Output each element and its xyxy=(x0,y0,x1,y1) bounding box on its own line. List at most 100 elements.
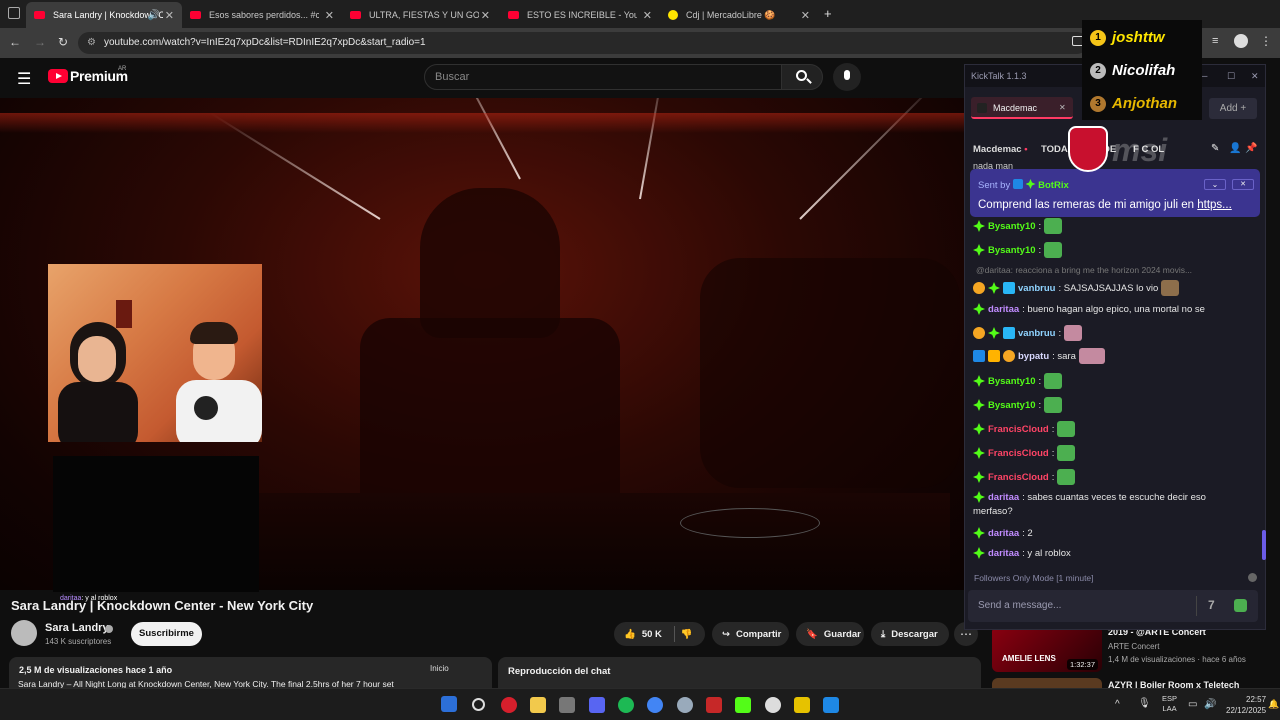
close-icon[interactable]: ✕ xyxy=(325,9,334,22)
thumbs-down-icon[interactable]: 👎 xyxy=(681,629,693,640)
chat-message: daritaa: 2 xyxy=(973,527,1033,539)
spotify-icon[interactable] xyxy=(618,697,634,713)
app-icon[interactable] xyxy=(823,697,839,713)
turntable xyxy=(680,508,820,538)
emote-icon xyxy=(1057,421,1076,437)
thumbs-up-icon[interactable]: 👍 xyxy=(624,629,636,640)
app-icon[interactable] xyxy=(677,697,693,713)
tab-search-icon[interactable] xyxy=(8,7,20,19)
kick-badge-icon xyxy=(988,327,1000,339)
maximize-icon[interactable]: ☐ xyxy=(1227,65,1235,87)
duration-badge: 1:32:37 xyxy=(1066,659,1098,670)
chrome-icon[interactable] xyxy=(647,697,663,713)
volume-icon[interactable]: 🔊 xyxy=(1204,699,1216,710)
language-indicator[interactable]: ESP LAA xyxy=(1162,694,1177,714)
channel-tab-macdemac[interactable]: Macdemac ✕ xyxy=(971,97,1073,119)
kick-badge-icon xyxy=(973,447,985,459)
subscriber-badge-icon xyxy=(1003,282,1015,294)
reload-button[interactable]: ↻ xyxy=(58,35,68,49)
site-info-icon[interactable]: ⚙ xyxy=(87,32,96,54)
app-icon[interactable] xyxy=(794,697,810,713)
rec-channel[interactable]: ARTE Concert xyxy=(1108,642,1159,651)
search-button[interactable] xyxy=(781,64,823,90)
close-tab-icon[interactable]: ✕ xyxy=(1059,97,1066,119)
kick-badge-icon xyxy=(973,471,985,483)
unpin-icon[interactable]: ✕ xyxy=(1232,179,1254,190)
chat-message-continuation: merfaso? xyxy=(973,506,1013,517)
discord-icon[interactable] xyxy=(589,697,605,713)
emote-picker-icon[interactable] xyxy=(1234,599,1247,612)
kick-icon[interactable] xyxy=(735,697,751,713)
chat-mode-label: Followers Only Mode [1 minute] xyxy=(974,573,1094,583)
cohost-hair xyxy=(190,322,238,344)
translate-icon[interactable]: 7 xyxy=(1208,598,1215,612)
tab-ultra[interactable]: ULTRA, FIESTAS Y UN GORDO I✕ xyxy=(342,2,498,28)
youtube-logo-icon[interactable] xyxy=(48,69,68,83)
close-icon[interactable]: ✕ xyxy=(1251,65,1259,87)
hamburger-menu-icon[interactable]: ☰ xyxy=(17,69,31,89)
tab-sabores[interactable]: Esos sabores perdidos... #comi✕ xyxy=(182,2,342,28)
start-icon[interactable] xyxy=(441,696,457,712)
like-dislike-group: 👍 50 K 👎 xyxy=(614,622,705,646)
tab-sara-landry[interactable]: Sara Landry | Knockdown C 🔊 ✕ xyxy=(26,2,182,28)
tray-chevron-icon[interactable]: ^ xyxy=(1115,699,1120,710)
pin-icon[interactable]: 📌 xyxy=(1245,143,1257,154)
emote-icon xyxy=(1057,469,1076,485)
new-tab-button[interactable]: + xyxy=(824,6,832,21)
search-icon[interactable] xyxy=(472,698,485,711)
tab-esto-es-increible[interactable]: ESTO ES INCREIBLE - YouTube✕ xyxy=(500,2,660,28)
filter-channel[interactable]: Macdemac • xyxy=(973,144,1028,155)
tab-mercadolibre[interactable]: Cdj | MercadoLibre 🍪 ✕ xyxy=(660,2,818,28)
like-count[interactable]: 50 K xyxy=(642,629,662,640)
file-explorer-icon[interactable] xyxy=(530,697,546,713)
app-icon[interactable] xyxy=(501,697,517,713)
app-icon[interactable] xyxy=(559,697,575,713)
chat-message: vanbruu: xyxy=(973,325,1083,341)
voice-search-button[interactable] xyxy=(833,63,861,91)
address-input[interactable]: ⚙ youtube.com/watch?v=InIE2q7xpDc&list=RD… xyxy=(78,32,1088,54)
close-icon[interactable]: ✕ xyxy=(643,9,652,22)
user-icon[interactable]: 👤 xyxy=(1229,143,1241,154)
back-button[interactable]: ← xyxy=(9,35,21,49)
media-controls-icon[interactable]: ≡ xyxy=(1212,35,1218,47)
browser-menu-icon[interactable]: ⋮ xyxy=(1260,34,1272,48)
download-icon: ⤓ xyxy=(881,628,886,640)
close-icon[interactable]: ✕ xyxy=(165,9,174,22)
subscriber-count: 143 K suscriptores xyxy=(45,637,112,646)
view-count: 2,5 M de visualizaciones hace 1 año xyxy=(19,665,173,675)
add-channel-button[interactable]: Add + xyxy=(1209,98,1257,119)
search-input[interactable]: Buscar xyxy=(424,64,782,90)
notification-icon[interactable]: 🔔 xyxy=(1268,699,1279,710)
subscribe-button[interactable]: Suscribirme xyxy=(131,622,202,646)
system-clock[interactable]: 22:57 22/12/2025 xyxy=(1226,694,1266,716)
channel-avatar[interactable] xyxy=(11,620,37,646)
close-icon[interactable]: ✕ xyxy=(801,9,810,22)
windows-taskbar xyxy=(0,688,1280,720)
pinned-message[interactable]: Sent by BotRix ⌄ ✕ Comprend las remeras … xyxy=(970,169,1260,217)
inicio-label[interactable]: Inicio xyxy=(430,664,449,673)
app-icon[interactable] xyxy=(706,697,722,713)
collapse-icon[interactable]: ⌄ xyxy=(1204,179,1226,190)
channel-name[interactable]: Sara Landry xyxy=(45,622,109,634)
download-button[interactable]: ⤓ Descargar xyxy=(871,622,949,646)
emote-icon xyxy=(1078,348,1105,364)
forward-button[interactable]: → xyxy=(34,35,46,49)
filter-all[interactable]: TODA xyxy=(1041,144,1068,155)
save-button[interactable]: 🔖 Guardar xyxy=(796,622,864,646)
chat-input[interactable]: Send a message... 7 xyxy=(968,590,1258,622)
close-icon[interactable]: ✕ xyxy=(481,9,490,22)
recommended-thumbnail[interactable]: AMELIE LENS 1:32:37 xyxy=(992,626,1102,672)
leaderboard-row: 1 joshttw xyxy=(1090,29,1165,46)
network-icon[interactable]: ▭ xyxy=(1188,699,1197,710)
reply-preview[interactable]: @daritaa: reacciona a bring me the horiz… xyxy=(976,265,1192,275)
profile-avatar[interactable] xyxy=(1234,34,1248,48)
mic-tray-icon[interactable]: 🎙 xyxy=(1138,698,1151,709)
share-button[interactable]: ↪ Compartir xyxy=(712,622,789,646)
settings-icon[interactable] xyxy=(765,697,781,713)
chat-message: bypatu: sara xyxy=(973,348,1105,364)
mercadolibre-icon xyxy=(668,10,678,20)
chat-scrollbar[interactable] xyxy=(1262,530,1266,560)
msi-logo: msi xyxy=(1112,132,1168,168)
info-icon[interactable] xyxy=(1248,573,1257,582)
pencil-icon[interactable]: ✎ xyxy=(1211,143,1219,154)
